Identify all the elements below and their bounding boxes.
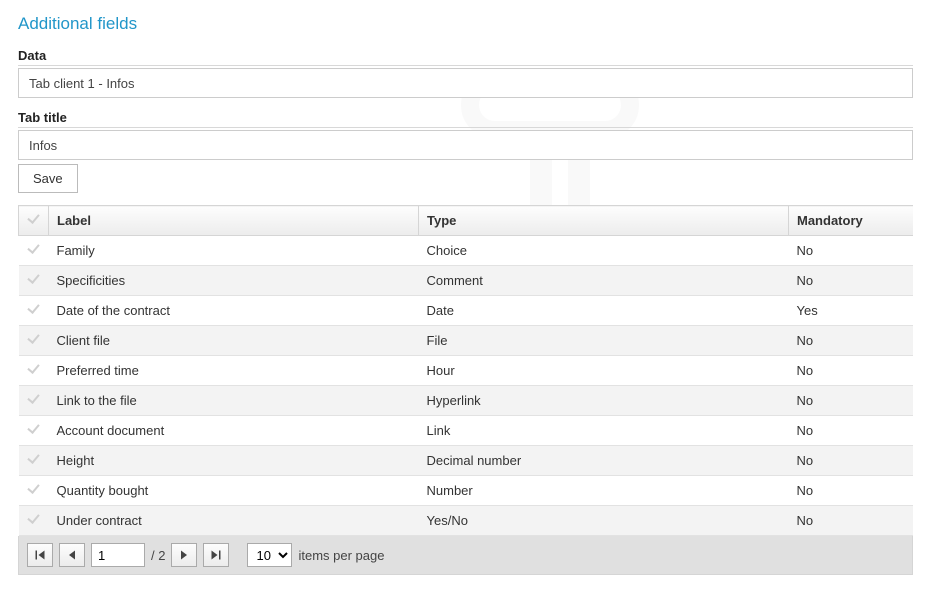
check-icon: [27, 302, 41, 316]
divider: [18, 65, 913, 66]
row-label: Under contract: [49, 506, 419, 536]
table-row[interactable]: Quantity boughtNumberNo: [19, 476, 914, 506]
row-type: Hour: [419, 356, 789, 386]
pager-size-select[interactable]: 10: [247, 543, 292, 567]
data-input[interactable]: [18, 68, 913, 98]
fields-table: Label Type Mandatory FamilyChoiceNoSpeci…: [18, 205, 913, 536]
row-mandatory: No: [789, 356, 914, 386]
check-icon: [27, 362, 41, 376]
row-check-cell[interactable]: [19, 356, 49, 386]
row-check-cell[interactable]: [19, 446, 49, 476]
row-type: Number: [419, 476, 789, 506]
row-mandatory: No: [789, 266, 914, 296]
row-type: Hyperlink: [419, 386, 789, 416]
header-mandatory[interactable]: Mandatory: [789, 206, 914, 236]
first-page-icon: [34, 549, 46, 561]
row-mandatory: No: [789, 476, 914, 506]
row-mandatory: No: [789, 416, 914, 446]
header-label[interactable]: Label: [49, 206, 419, 236]
row-type: Comment: [419, 266, 789, 296]
row-type: Yes/No: [419, 506, 789, 536]
check-icon: [27, 272, 41, 286]
table-header-row: Label Type Mandatory: [19, 206, 914, 236]
save-button[interactable]: Save: [18, 164, 78, 193]
table-row[interactable]: Date of the contractDateYes: [19, 296, 914, 326]
row-check-cell[interactable]: [19, 416, 49, 446]
check-icon: [27, 452, 41, 466]
table-row[interactable]: Client fileFileNo: [19, 326, 914, 356]
row-mandatory: No: [789, 506, 914, 536]
table-row[interactable]: Under contractYes/NoNo: [19, 506, 914, 536]
pager-first-button[interactable]: [27, 543, 53, 567]
row-label: Family: [49, 236, 419, 266]
check-icon: [27, 482, 41, 496]
row-label: Client file: [49, 326, 419, 356]
chevron-left-icon: [66, 549, 78, 561]
table-row[interactable]: Link to the fileHyperlinkNo: [19, 386, 914, 416]
row-label: Quantity bought: [49, 476, 419, 506]
row-label: Link to the file: [49, 386, 419, 416]
row-label: Height: [49, 446, 419, 476]
row-check-cell[interactable]: [19, 266, 49, 296]
table-row[interactable]: FamilyChoiceNo: [19, 236, 914, 266]
row-check-cell[interactable]: [19, 476, 49, 506]
row-check-cell[interactable]: [19, 236, 49, 266]
row-type: Choice: [419, 236, 789, 266]
section-title: Additional fields: [18, 14, 913, 34]
last-page-icon: [210, 549, 222, 561]
row-mandatory: No: [789, 236, 914, 266]
table-row[interactable]: Preferred timeHourNo: [19, 356, 914, 386]
tab-title-input[interactable]: [18, 130, 913, 160]
row-check-cell[interactable]: [19, 326, 49, 356]
table-row[interactable]: HeightDecimal numberNo: [19, 446, 914, 476]
pager-items-label: items per page: [298, 548, 384, 563]
tab-title-label: Tab title: [18, 110, 913, 125]
row-label: Specificities: [49, 266, 419, 296]
pager: / 2 10 items per page: [18, 536, 913, 575]
row-type: Decimal number: [419, 446, 789, 476]
check-icon: [27, 332, 41, 346]
check-icon: [27, 242, 41, 256]
check-icon: [27, 392, 41, 406]
check-icon: [27, 422, 41, 436]
table-row[interactable]: Account documentLinkNo: [19, 416, 914, 446]
check-icon: [27, 212, 41, 226]
row-mandatory: Yes: [789, 296, 914, 326]
table-row[interactable]: SpecificitiesCommentNo: [19, 266, 914, 296]
row-check-cell[interactable]: [19, 386, 49, 416]
row-type: Date: [419, 296, 789, 326]
row-label: Date of the contract: [49, 296, 419, 326]
check-icon: [27, 512, 41, 526]
row-mandatory: No: [789, 386, 914, 416]
row-label: Preferred time: [49, 356, 419, 386]
row-type: File: [419, 326, 789, 356]
data-field-label: Data: [18, 48, 913, 63]
row-label: Account document: [49, 416, 419, 446]
row-mandatory: No: [789, 446, 914, 476]
row-mandatory: No: [789, 326, 914, 356]
row-check-cell[interactable]: [19, 506, 49, 536]
chevron-right-icon: [178, 549, 190, 561]
pager-total: / 2: [151, 548, 165, 563]
header-check[interactable]: [19, 206, 49, 236]
row-check-cell[interactable]: [19, 296, 49, 326]
row-type: Link: [419, 416, 789, 446]
pager-last-button[interactable]: [203, 543, 229, 567]
divider: [18, 127, 913, 128]
pager-prev-button[interactable]: [59, 543, 85, 567]
pager-page-input[interactable]: [91, 543, 145, 567]
header-type[interactable]: Type: [419, 206, 789, 236]
pager-next-button[interactable]: [171, 543, 197, 567]
